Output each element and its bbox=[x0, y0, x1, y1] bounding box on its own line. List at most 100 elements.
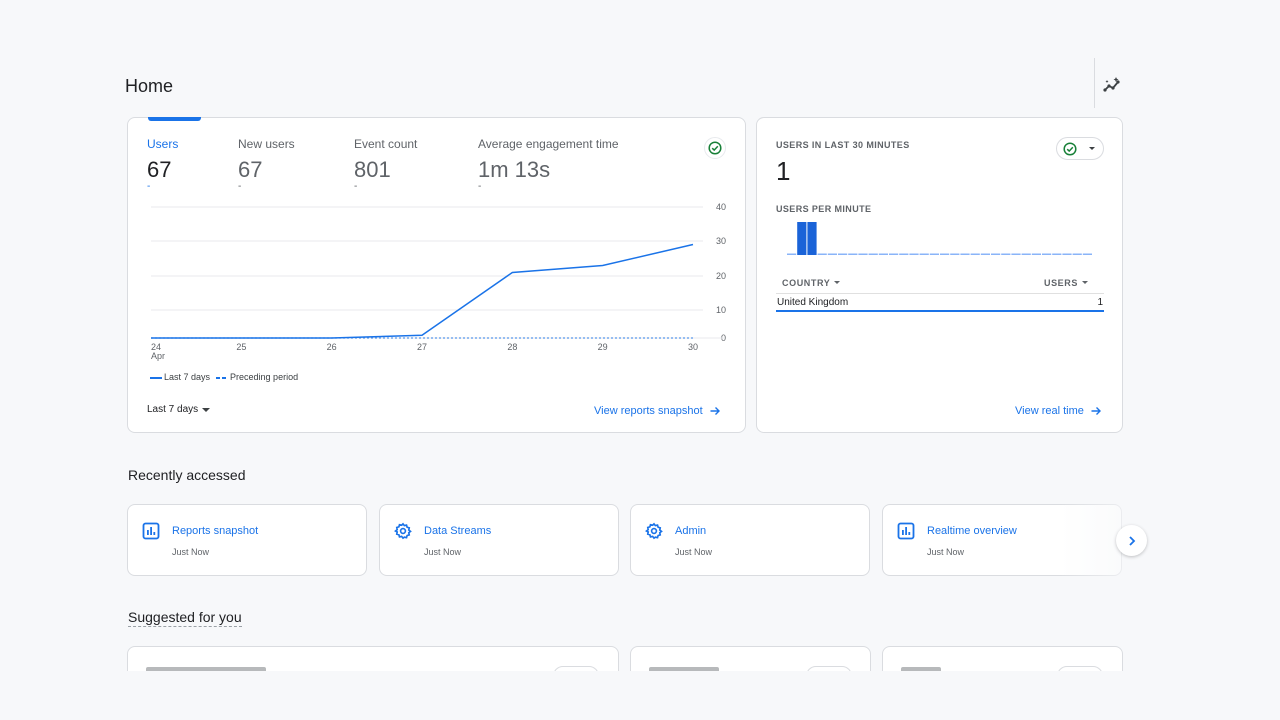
insights-button[interactable] bbox=[1102, 74, 1124, 96]
column-header-country[interactable]: COUNTRY bbox=[782, 277, 841, 288]
country-table: COUNTRY USERS United Kingdom 1 bbox=[776, 272, 1104, 312]
bar-chart-icon bbox=[142, 522, 160, 540]
country-cell: United Kingdom bbox=[777, 296, 849, 308]
x-tick-label: 26 bbox=[327, 342, 337, 352]
viewport-bottom bbox=[0, 671, 1280, 720]
x-tick-label: 25 bbox=[236, 342, 246, 352]
caret-down-icon bbox=[834, 281, 841, 284]
link-label: View reports snapshot bbox=[594, 405, 703, 417]
series-line-last-7-days bbox=[151, 243, 694, 339]
minute-bar bbox=[919, 253, 929, 255]
recent-item-reports-snapshot[interactable]: Reports snapshot Just Now bbox=[127, 504, 367, 576]
minute-bar bbox=[858, 253, 868, 255]
minute-bar bbox=[797, 222, 807, 255]
header-divider bbox=[1094, 58, 1095, 108]
x-tick-label: 27 bbox=[417, 342, 427, 352]
minute-bar bbox=[827, 253, 837, 255]
recent-item-admin[interactable]: Admin Just Now bbox=[630, 504, 870, 576]
recent-item-time: Just Now bbox=[172, 547, 210, 557]
link-label: View real time bbox=[1015, 405, 1084, 417]
users-cell: 1 bbox=[1097, 296, 1103, 308]
y-tick-label: 30 bbox=[716, 236, 726, 246]
caret-down-icon bbox=[1082, 281, 1088, 284]
minute-bar bbox=[1001, 253, 1011, 255]
minute-bar bbox=[1021, 253, 1031, 255]
minute-bar bbox=[1082, 253, 1092, 255]
legend-dashed-swatch bbox=[216, 376, 229, 379]
table-header: COUNTRY USERS bbox=[776, 272, 1104, 294]
users-per-minute-chart bbox=[787, 222, 1092, 255]
legend-label: Last 7 days bbox=[164, 372, 211, 382]
date-range-dropdown[interactable]: Last 7 days bbox=[147, 404, 211, 415]
x-tick-sublabel: Apr bbox=[151, 351, 165, 361]
bar-chart-icon bbox=[897, 522, 915, 540]
legend-item-previous: Preceding period bbox=[216, 372, 298, 382]
users-line-chart: 01020304024Apr25 26 27 28 29 30 bbox=[151, 202, 726, 361]
suggested-card[interactable] bbox=[127, 646, 619, 671]
realtime-user-count: 1 bbox=[776, 156, 791, 186]
arrow-right-icon bbox=[710, 407, 720, 415]
x-tick-label: 29 bbox=[598, 342, 608, 352]
date-range-label: Last 7 days bbox=[147, 404, 199, 415]
minute-bar bbox=[889, 253, 899, 255]
recent-item-realtime-overview[interactable]: Realtime overview Just Now bbox=[882, 504, 1122, 576]
minute-bar bbox=[1062, 253, 1072, 255]
column-label: USERS bbox=[1043, 277, 1078, 288]
recent-item-label: Data Streams bbox=[424, 525, 492, 537]
caret-down-icon bbox=[202, 407, 211, 412]
recent-item-time: Just Now bbox=[675, 547, 713, 557]
chevron-right-icon bbox=[1128, 535, 1135, 546]
carousel-next-button[interactable] bbox=[1116, 525, 1147, 556]
recent-item-data-streams[interactable]: Data Streams Just Now bbox=[379, 504, 619, 576]
recent-item-time: Just Now bbox=[927, 547, 965, 557]
minute-bar bbox=[899, 253, 909, 255]
x-tick-label: 30 bbox=[688, 342, 698, 352]
recent-item-label: Reports snapshot bbox=[172, 525, 259, 537]
suggested-card[interactable] bbox=[630, 646, 871, 671]
chart-legend: Last 7 days Preceding period bbox=[150, 372, 298, 382]
realtime-card: USERS IN LAST 30 MINUTES 1 USERS PER MIN… bbox=[756, 117, 1123, 433]
column-label: COUNTRY bbox=[782, 277, 831, 288]
x-tick-label: 28 bbox=[507, 342, 517, 352]
recent-item-label: Realtime overview bbox=[927, 525, 1017, 537]
y-tick-label: 20 bbox=[716, 271, 726, 281]
minute-bar bbox=[980, 253, 990, 255]
column-header-users[interactable]: USERS bbox=[1044, 278, 1088, 288]
minute-bar bbox=[950, 253, 960, 255]
y-tick-label: 10 bbox=[716, 305, 726, 315]
view-real-time-link[interactable]: View real time bbox=[1015, 405, 1102, 417]
view-reports-snapshot-link[interactable]: View reports snapshot bbox=[594, 405, 721, 417]
minute-bar bbox=[940, 253, 950, 255]
minute-bar bbox=[848, 253, 858, 255]
minute-bar bbox=[878, 253, 888, 255]
suggested-card[interactable] bbox=[882, 646, 1123, 671]
minute-bar bbox=[1031, 253, 1041, 255]
recently-accessed-title: Recently accessed bbox=[128, 467, 246, 483]
recent-item-time: Just Now bbox=[424, 547, 462, 557]
minute-bar bbox=[991, 253, 1001, 255]
minute-bar bbox=[1052, 253, 1062, 255]
minute-bar bbox=[929, 253, 939, 255]
minute-bar bbox=[1011, 253, 1021, 255]
realtime-status-dropdown[interactable] bbox=[1056, 137, 1104, 160]
y-tick-label: 40 bbox=[716, 202, 726, 212]
legend-solid-swatch bbox=[150, 376, 162, 379]
minute-bar bbox=[1042, 253, 1052, 255]
minute-bar bbox=[1072, 253, 1082, 255]
summary-card: Users 67 - New users 67 - Event count 80… bbox=[127, 117, 746, 433]
gear-icon bbox=[645, 522, 663, 540]
table-row: United Kingdom 1 bbox=[776, 294, 1104, 312]
caret-down-icon bbox=[1089, 147, 1095, 150]
minute-bar bbox=[787, 253, 797, 255]
minute-bar bbox=[817, 253, 827, 255]
suggested-title: Suggested for you bbox=[128, 609, 242, 627]
minute-bar bbox=[868, 253, 878, 255]
legend-item-current: Last 7 days bbox=[150, 372, 210, 382]
page-title: Home bbox=[125, 76, 174, 96]
realtime-title: USERS IN LAST 30 MINUTES bbox=[776, 140, 910, 150]
minute-bar bbox=[970, 253, 980, 255]
insights-icon bbox=[1103, 77, 1120, 92]
minute-bar bbox=[909, 253, 919, 255]
legend-label: Preceding period bbox=[230, 372, 299, 382]
recent-item-label: Admin bbox=[675, 525, 707, 537]
